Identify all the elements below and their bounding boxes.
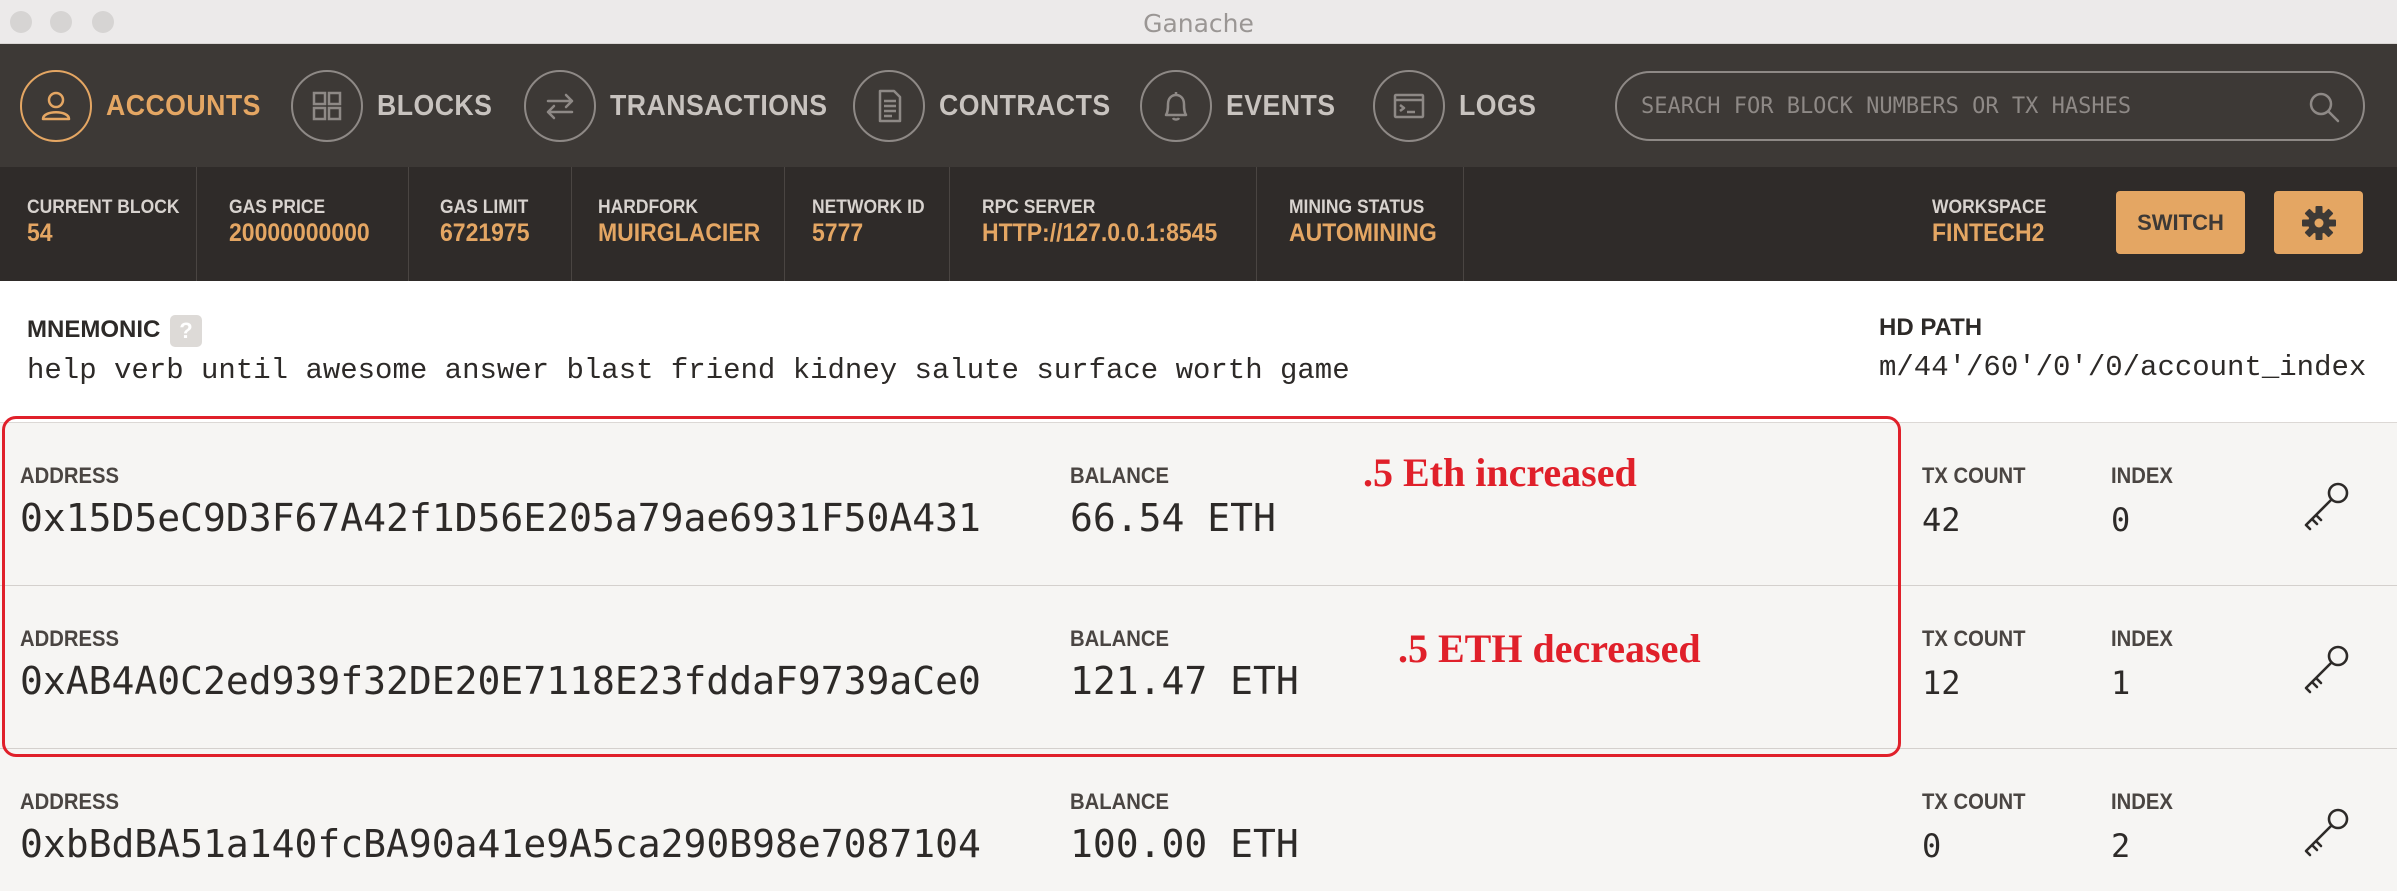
account-index: 1 [2111,664,2131,702]
status-gas-limit: GAS LIMIT 6721975 [409,167,572,281]
address-label: ADDRESS [20,463,119,488]
tab-blocks[interactable]: BLOCKS [291,70,502,142]
switch-workspace-button[interactable]: SWITCH [2116,191,2245,254]
index-label: INDEX [2111,789,2173,814]
tab-accounts-label: ACCOUNTS [106,89,261,122]
balance-label: BALANCE [1070,463,1169,488]
status-hardfork: HARDFORK MUIRGLACIER [572,167,785,281]
account-index: 2 [2111,827,2131,865]
address-label: ADDRESS [20,626,119,651]
status-mining: MINING STATUS AUTOMINING [1257,167,1464,281]
key-icon[interactable] [2298,479,2352,533]
key-icon[interactable] [2298,642,2352,696]
account-row: ADDRESS 0xAB4A0C2ed939f32DE20E7118E23fdd… [0,586,2397,749]
tx-count-label: TX COUNT [1922,626,2026,651]
status-network-id: NETWORK ID 5777 [785,167,950,281]
tab-logs-label: LOGS [1459,89,1537,122]
tab-transactions-label: TRANSACTIONS [610,89,828,122]
window-titlebar: Ganache [0,0,2397,44]
tab-contracts[interactable]: CONTRACTS [853,70,1126,142]
hd-path-label: HD PATH [1879,314,1983,341]
account-row: ADDRESS 0x15D5eC9D3F67A42f1D56E205a79ae6… [0,423,2397,586]
main-nav: ACCOUNTS BLOCKS TRANSACTIONS CONTRACTS E… [0,44,2397,167]
account-balance: 121.47 ETH [1070,659,1299,703]
transactions-icon [546,93,574,120]
status-label: CURRENT BLOCK [27,197,180,218]
index-label: INDEX [2111,626,2173,651]
window-title: Ganache [1143,9,1254,38]
status-label: HARDFORK [598,197,699,218]
status-current-block: CURRENT BLOCK 54 [0,167,197,281]
balance-label: BALANCE [1070,789,1169,814]
account-icon [41,91,71,121]
search-icon[interactable] [2307,90,2341,124]
account-address: 0xAB4A0C2ed939f32DE20E7118E23fddaF9739aC… [20,659,981,703]
tab-blocks-label: BLOCKS [377,89,493,122]
contracts-icon [878,89,902,123]
tab-accounts[interactable]: ACCOUNTS [20,70,274,142]
key-icon[interactable] [2298,805,2352,859]
status-value: 54 [27,219,53,247]
annotation-decreased: .5 ETH decreased [1398,626,1701,671]
account-address: 0x15D5eC9D3F67A42f1D56E205a79ae6931F50A4… [20,496,981,540]
tab-logs[interactable]: LOGS [1373,70,1543,142]
workspace-label: WORKSPACE [1932,197,2047,218]
tab-events-label: EVENTS [1226,89,1336,122]
annotation-increased: .5 Eth increased [1363,450,1637,495]
address-label: ADDRESS [20,789,119,814]
tab-events[interactable]: EVENTS [1140,70,1345,142]
status-gas-price: GAS PRICE 20000000000 [197,167,409,281]
search-input[interactable] [1641,73,2281,139]
index-label: INDEX [2111,463,2173,488]
tx-count-label: TX COUNT [1922,463,2026,488]
status-label: NETWORK ID [812,197,925,218]
account-balance: 100.00 ETH [1070,822,1299,866]
account-tx-count: 42 [1922,501,1961,539]
account-address: 0xbBdBA51a140fcBA90a41e9A5ca290B98e70871… [20,822,981,866]
status-value: AUTOMINING [1289,219,1437,247]
gear-icon [2301,205,2336,240]
status-value: HTTP://127.0.0.1:8545 [982,219,1218,247]
status-value: 5777 [812,219,864,247]
account-index: 0 [2111,501,2131,539]
status-value: 6721975 [440,219,530,247]
mnemonic-section: MNEMONIC ? help verb until awesome answe… [0,281,2397,423]
account-row: ADDRESS 0xbBdBA51a140fcBA90a41e9A5ca290B… [0,749,2397,891]
status-rpc-server: RPC SERVER HTTP://127.0.0.1:8545 [950,167,1257,281]
mnemonic-phrase: help verb until awesome answer blast fri… [27,354,1350,387]
tab-transactions[interactable]: TRANSACTIONS [524,70,846,142]
status-label: GAS PRICE [229,197,326,218]
status-label: GAS LIMIT [440,197,529,218]
bell-icon [1164,92,1188,121]
status-label: RPC SERVER [982,197,1096,218]
search-box [1615,71,2365,141]
tx-count-label: TX COUNT [1922,789,2026,814]
status-label: MINING STATUS [1289,197,1425,218]
workspace-name: FINTECH2 [1932,219,2045,247]
hd-path-value: m/44'/60'/0'/0/account_index [1879,351,2367,384]
blocks-icon [312,91,342,121]
terminal-icon [1393,93,1425,119]
balance-label: BALANCE [1070,626,1169,651]
account-tx-count: 0 [1922,827,1942,865]
account-tx-count: 12 [1922,664,1961,702]
tab-contracts-label: CONTRACTS [939,89,1111,122]
status-value: 20000000000 [229,219,370,247]
help-icon[interactable]: ? [170,315,202,347]
account-balance: 66.54 ETH [1070,496,1276,540]
mnemonic-label: MNEMONIC [27,316,161,343]
settings-button[interactable] [2274,191,2363,254]
status-value: MUIRGLACIER [598,219,761,247]
